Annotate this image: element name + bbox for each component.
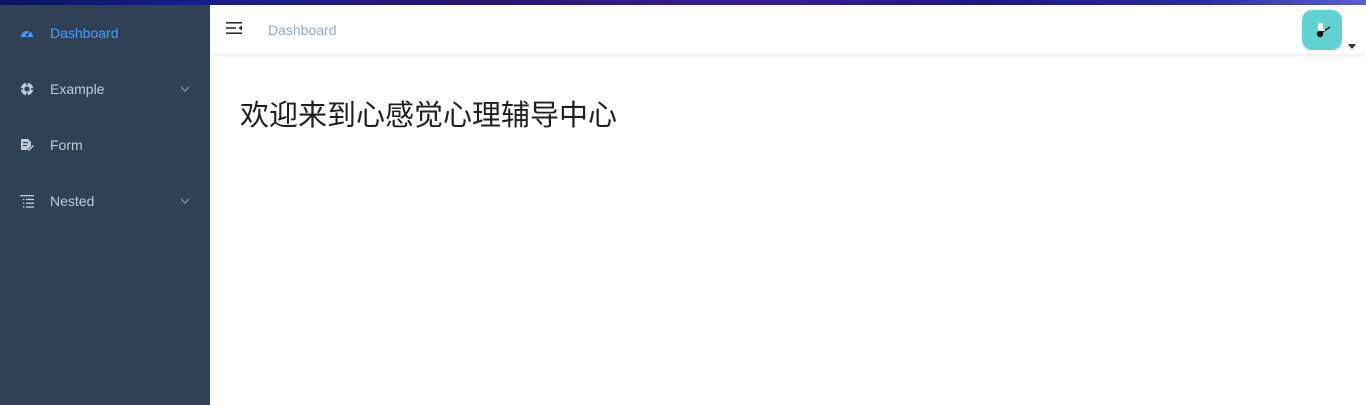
hamburger-icon[interactable] xyxy=(225,19,245,39)
breadcrumb: Dashboard xyxy=(268,22,337,38)
example-icon xyxy=(20,82,34,96)
user-dropdown[interactable] xyxy=(1302,10,1356,50)
avatar[interactable] xyxy=(1302,10,1342,50)
sidebar-item-nested[interactable]: Nested xyxy=(0,173,210,229)
sidebar-item-label: Nested xyxy=(50,193,95,209)
form-icon xyxy=(20,138,34,152)
sidebar-item-label: Form xyxy=(50,137,83,153)
avatar-image xyxy=(1316,23,1331,38)
navbar: Dashboard xyxy=(210,5,1366,55)
chevron-down-icon xyxy=(180,196,190,206)
sidebar-item-label: Example xyxy=(50,81,105,97)
caret-down-icon xyxy=(1348,36,1356,49)
sidebar-item-example[interactable]: Example xyxy=(0,61,210,117)
sidebar-item-form[interactable]: Form xyxy=(0,117,210,173)
main-content: 欢迎来到心感觉心理辅导中心 xyxy=(210,55,1366,405)
sidebar: Dashboard Example Form Nested xyxy=(0,5,210,405)
nested-icon xyxy=(20,194,34,208)
chevron-down-icon xyxy=(180,84,190,94)
dashboard-icon xyxy=(20,26,34,40)
sidebar-item-label: Dashboard xyxy=(50,25,119,41)
welcome-heading: 欢迎来到心感觉心理辅导中心 xyxy=(240,98,618,132)
sidebar-item-dashboard[interactable]: Dashboard xyxy=(0,5,210,61)
